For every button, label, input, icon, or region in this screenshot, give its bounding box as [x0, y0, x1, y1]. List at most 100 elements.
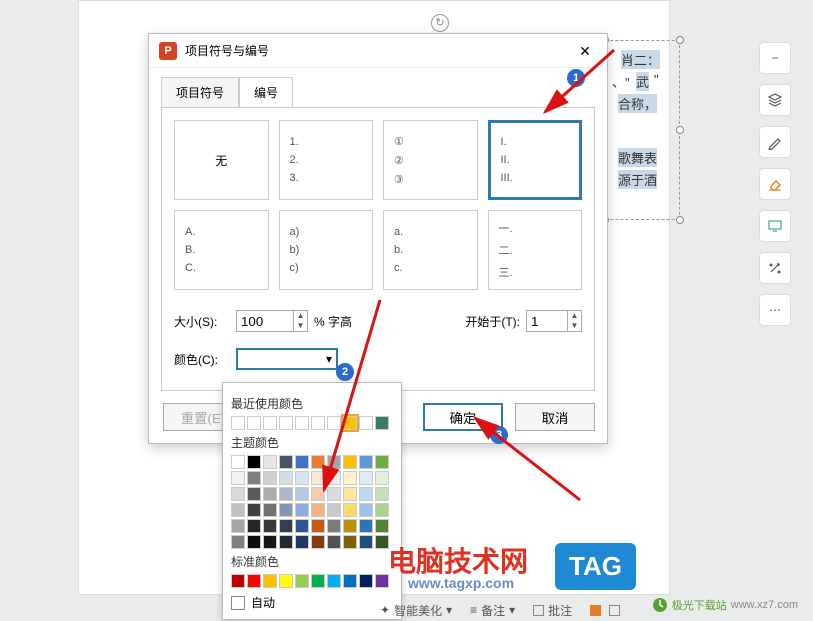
tab-bullets[interactable]: 项目符号: [161, 77, 239, 108]
color-swatch[interactable]: [311, 535, 325, 549]
auto-color-option[interactable]: 自动: [231, 594, 393, 611]
wand-icon[interactable]: [759, 252, 791, 284]
spin-down-icon[interactable]: ▼: [568, 321, 581, 331]
numbering-option-arabic[interactable]: 1. 2. 3.: [279, 120, 374, 200]
color-swatch[interactable]: [247, 503, 261, 517]
numbering-option-upper-alpha[interactable]: A. B. C.: [174, 210, 269, 290]
color-swatch[interactable]: [231, 487, 245, 501]
color-swatch[interactable]: [247, 455, 261, 469]
color-swatch[interactable]: [295, 416, 309, 430]
numbering-option-circled[interactable]: ① ② ③: [383, 120, 478, 200]
color-swatch[interactable]: [263, 535, 277, 549]
color-swatch[interactable]: [343, 471, 357, 485]
numbering-option-lower-dot[interactable]: a. b. c.: [383, 210, 478, 290]
start-input[interactable]: [527, 311, 567, 331]
color-swatch[interactable]: [359, 455, 373, 469]
color-swatch[interactable]: [247, 574, 261, 588]
color-swatch[interactable]: [247, 416, 261, 430]
color-swatch[interactable]: [375, 416, 389, 430]
color-swatch[interactable]: [375, 487, 389, 501]
color-swatch[interactable]: [247, 471, 261, 485]
color-swatch[interactable]: [263, 574, 277, 588]
color-swatch[interactable]: [375, 535, 389, 549]
spin-down-icon[interactable]: ▼: [294, 321, 307, 331]
color-swatch[interactable]: [359, 416, 373, 430]
color-swatch[interactable]: [327, 471, 341, 485]
color-swatch[interactable]: [311, 471, 325, 485]
color-swatch[interactable]: [311, 503, 325, 517]
status-beautify[interactable]: ✦智能美化▾: [380, 602, 452, 619]
size-input[interactable]: [237, 311, 293, 331]
color-swatch[interactable]: [375, 503, 389, 517]
selection-handle[interactable]: [676, 216, 684, 224]
pen-icon[interactable]: [759, 126, 791, 158]
status-review[interactable]: 批注: [533, 602, 572, 619]
color-swatch[interactable]: [343, 416, 357, 430]
color-swatch[interactable]: [231, 471, 245, 485]
collapse-button[interactable]: −: [759, 42, 791, 74]
color-swatch[interactable]: [311, 487, 325, 501]
color-swatch[interactable]: [375, 519, 389, 533]
color-swatch[interactable]: [359, 471, 373, 485]
color-swatch[interactable]: [327, 503, 341, 517]
start-stepper[interactable]: ▲▼: [526, 310, 582, 332]
color-swatch[interactable]: [359, 574, 373, 588]
rotation-handle-icon[interactable]: ↻: [431, 14, 449, 32]
color-swatch[interactable]: [231, 535, 245, 549]
color-swatch[interactable]: [343, 503, 357, 517]
color-swatch[interactable]: [327, 455, 341, 469]
ok-button[interactable]: 确定: [423, 403, 503, 431]
color-swatch[interactable]: [343, 455, 357, 469]
spin-up-icon[interactable]: ▲: [568, 311, 581, 321]
color-swatch[interactable]: [295, 535, 309, 549]
status-notes[interactable]: ≡备注▾: [470, 602, 515, 619]
color-swatch[interactable]: [247, 519, 261, 533]
color-swatch[interactable]: [279, 535, 293, 549]
color-swatch[interactable]: [375, 471, 389, 485]
numbering-option-lower-paren[interactable]: a) b) c): [279, 210, 374, 290]
dialog-titlebar[interactable]: P 项目符号与编号 ✕: [149, 34, 607, 68]
color-swatch[interactable]: [279, 574, 293, 588]
color-swatch[interactable]: [343, 535, 357, 549]
color-swatch[interactable]: [231, 519, 245, 533]
status-view-icons[interactable]: [590, 605, 620, 616]
color-swatch[interactable]: [311, 416, 325, 430]
color-swatch[interactable]: [279, 487, 293, 501]
color-swatch[interactable]: [359, 519, 373, 533]
color-swatch[interactable]: [375, 455, 389, 469]
color-swatch[interactable]: [295, 487, 309, 501]
color-dropdown[interactable]: ▾: [236, 348, 338, 370]
color-swatch[interactable]: [375, 574, 389, 588]
color-swatch[interactable]: [343, 487, 357, 501]
more-button[interactable]: ⋯: [759, 294, 791, 326]
color-swatch[interactable]: [231, 503, 245, 517]
color-swatch[interactable]: [263, 455, 277, 469]
color-swatch[interactable]: [263, 503, 277, 517]
color-swatch[interactable]: [311, 574, 325, 588]
color-swatch[interactable]: [247, 487, 261, 501]
color-swatch[interactable]: [327, 574, 341, 588]
tab-numbering[interactable]: 编号: [239, 77, 293, 108]
color-swatch[interactable]: [263, 416, 277, 430]
color-swatch[interactable]: [231, 416, 245, 430]
numbering-option-chinese[interactable]: 一. 二. 三.: [488, 210, 583, 290]
layers-icon[interactable]: [759, 84, 791, 116]
color-swatch[interactable]: [231, 574, 245, 588]
color-swatch[interactable]: [327, 416, 341, 430]
color-swatch[interactable]: [343, 519, 357, 533]
numbering-option-roman[interactable]: I. II. III.: [488, 120, 583, 200]
color-swatch[interactable]: [247, 535, 261, 549]
color-swatch[interactable]: [295, 455, 309, 469]
color-swatch[interactable]: [327, 535, 341, 549]
cancel-button[interactable]: 取消: [515, 403, 595, 431]
color-swatch[interactable]: [343, 574, 357, 588]
color-swatch[interactable]: [279, 503, 293, 517]
eraser-icon[interactable]: [759, 168, 791, 200]
color-swatch[interactable]: [311, 455, 325, 469]
color-swatch[interactable]: [295, 519, 309, 533]
selection-handle[interactable]: [676, 36, 684, 44]
color-swatch[interactable]: [279, 455, 293, 469]
size-stepper[interactable]: ▲▼: [236, 310, 308, 332]
color-swatch[interactable]: [279, 519, 293, 533]
spin-up-icon[interactable]: ▲: [294, 311, 307, 321]
